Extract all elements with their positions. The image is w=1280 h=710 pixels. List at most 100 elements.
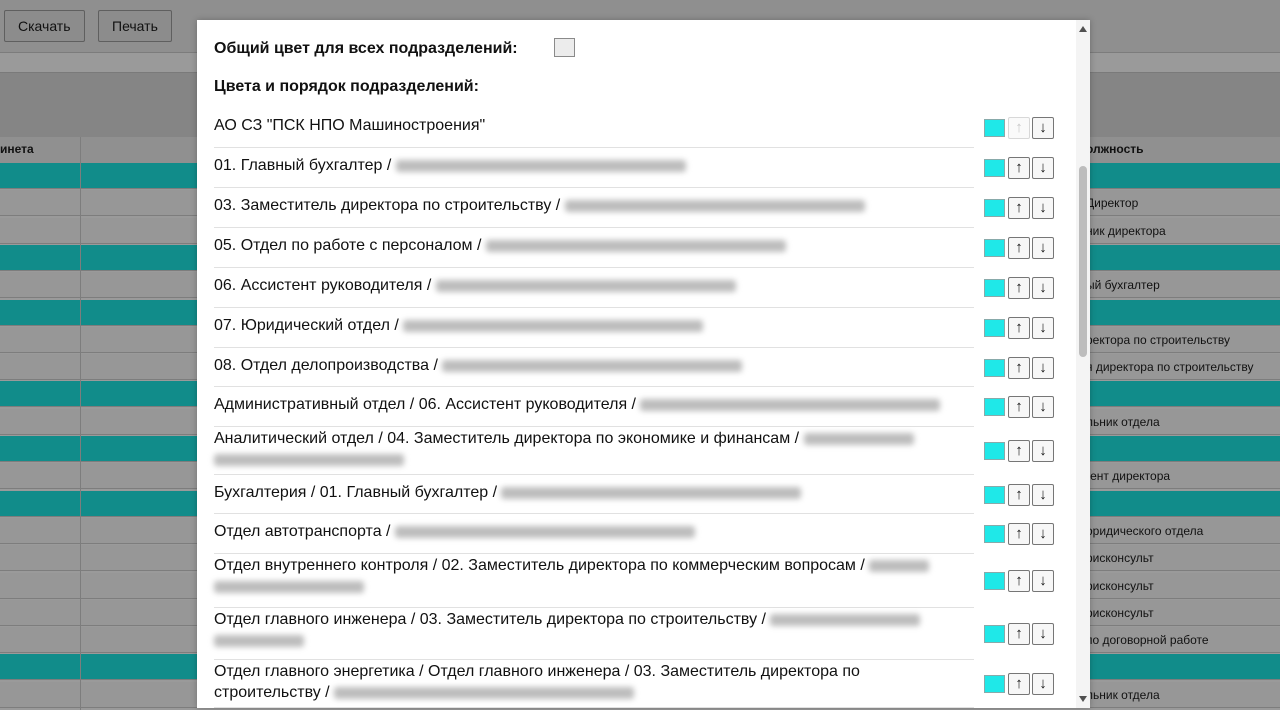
move-up-button[interactable]: ↑ [1008, 117, 1030, 139]
move-down-button[interactable]: ↓ [1032, 157, 1054, 179]
move-down-button[interactable]: ↓ [1032, 197, 1054, 219]
move-up-button[interactable]: ↑ [1008, 673, 1030, 695]
move-up-button[interactable]: ↑ [1008, 237, 1030, 259]
scrollbar-thumb[interactable] [1079, 166, 1087, 357]
background-row-text: рисконсульт [1086, 605, 1154, 620]
dialog-scrollbar[interactable] [1076, 20, 1090, 708]
move-up-button[interactable]: ↑ [1008, 277, 1030, 299]
department-name-wrap: Отдел автотранспорта / [214, 521, 959, 542]
move-down-button[interactable]: ↓ [1032, 117, 1054, 139]
department-color-swatch[interactable] [984, 239, 1005, 257]
department-name: 06. Ассистент руководителя / [214, 277, 436, 294]
move-down-button[interactable]: ↓ [1032, 317, 1054, 339]
background-row-text: я директора по строительству [1086, 360, 1254, 375]
department-color-swatch[interactable] [984, 199, 1005, 217]
redacted-organization [403, 319, 704, 332]
move-up-button[interactable]: ↑ [1008, 317, 1030, 339]
department-name-wrap: Отдел главного инженера / 03. Заместител… [214, 609, 959, 651]
move-up-button[interactable]: ↑ [1008, 396, 1030, 418]
redacted-organization [394, 525, 695, 538]
header-position: олжность [1086, 142, 1144, 156]
department-colors-dialog: Общий цвет для всех подразделений: Цвета… [197, 20, 1090, 708]
department-name: АО СЗ "ПСК НПО Машиностроения" [214, 117, 486, 134]
department-color-swatch[interactable] [984, 525, 1005, 543]
background-row-text: ректора по строительству [1086, 332, 1230, 347]
section-title: Цвета и порядок подразделений: [214, 78, 479, 95]
department-color-swatch[interactable] [984, 359, 1005, 377]
department-name: Бухгалтерия / 01. Главный бухгалтер / [214, 484, 502, 501]
background-row-text: по договорной работе [1086, 633, 1209, 648]
background-row-text: оридического отдела [1086, 523, 1204, 538]
department-name: 05. Отдел по работе с персоналом / [214, 237, 486, 254]
department-name: Аналитический отдел / 04. Заместитель ди… [214, 430, 804, 447]
department-color-swatch[interactable] [984, 319, 1005, 337]
move-up-button[interactable]: ↑ [1008, 570, 1030, 592]
move-up-button[interactable]: ↑ [1008, 357, 1030, 379]
department-color-swatch[interactable] [984, 279, 1005, 297]
move-down-button[interactable]: ↓ [1032, 396, 1054, 418]
move-down-button[interactable]: ↓ [1032, 623, 1054, 645]
print-button[interactable]: Печать [98, 10, 172, 42]
download-button[interactable]: Скачать [4, 10, 85, 42]
redacted-organization [395, 159, 686, 172]
redacted-organization [770, 613, 921, 626]
move-down-button[interactable]: ↓ [1032, 277, 1054, 299]
move-up-button[interactable]: ↑ [1008, 623, 1030, 645]
department-row: 07. Юридический отдел / ↑ ↓ [214, 308, 1054, 348]
department-row: Административный отдел / 06. Ассистент р… [214, 387, 1054, 427]
department-row: Отдел главного энергетика / Отдел главно… [214, 660, 1054, 708]
redacted-organization [501, 486, 802, 499]
move-down-button[interactable]: ↓ [1032, 523, 1054, 545]
department-color-swatch[interactable] [984, 486, 1005, 504]
department-name-wrap: 01. Главный бухгалтер / [214, 155, 959, 176]
department-color-swatch[interactable] [984, 159, 1005, 177]
move-down-button[interactable]: ↓ [1032, 237, 1054, 259]
department-row: Отдел главного инженера / 03. Заместител… [214, 608, 1054, 660]
department-name-wrap: Отдел главного энергетика / Отдел главно… [214, 661, 959, 703]
move-down-button[interactable]: ↓ [1032, 570, 1054, 592]
redacted-organization [442, 359, 743, 372]
common-color-swatch[interactable] [554, 38, 575, 57]
move-down-button[interactable]: ↓ [1032, 673, 1054, 695]
department-row: 08. Отдел делопроизводства / ↑ ↓ [214, 348, 1054, 387]
department-row: Отдел автотранспорта / ↑ ↓ [214, 514, 1054, 554]
department-name: 07. Юридический отдел / [214, 317, 404, 334]
scroll-up-icon[interactable] [1079, 26, 1087, 32]
department-name-wrap: Отдел внутреннего контроля / 02. Замести… [214, 555, 959, 597]
move-up-button[interactable]: ↑ [1008, 440, 1030, 462]
department-name: 03. Заместитель директора по строительст… [214, 197, 565, 214]
redacted-organization [640, 398, 941, 411]
department-row: 03. Заместитель директора по строительст… [214, 188, 1054, 228]
move-up-button[interactable]: ↑ [1008, 197, 1030, 219]
department-color-swatch[interactable] [984, 442, 1005, 460]
department-color-swatch[interactable] [984, 119, 1005, 137]
move-down-button[interactable]: ↓ [1032, 440, 1054, 462]
move-down-button[interactable]: ↓ [1032, 357, 1054, 379]
department-color-swatch[interactable] [984, 675, 1005, 693]
department-name-wrap: 08. Отдел делопроизводства / [214, 355, 959, 376]
redacted-organization [214, 634, 304, 647]
department-color-swatch[interactable] [984, 572, 1005, 590]
department-name: 08. Отдел делопроизводства / [214, 357, 443, 374]
department-color-swatch[interactable] [984, 398, 1005, 416]
department-row: 01. Главный бухгалтер / ↑ ↓ [214, 148, 1054, 188]
background-row-text: льник отдела [1086, 687, 1160, 702]
move-up-button[interactable]: ↑ [1008, 523, 1030, 545]
scroll-down-icon[interactable] [1079, 696, 1087, 702]
background-row-text: Директор [1086, 196, 1139, 211]
background-row-text: ый бухгалтер [1086, 278, 1160, 293]
background-row-text: рисконсульт [1086, 551, 1154, 566]
department-name-wrap: 03. Заместитель директора по строительст… [214, 195, 959, 216]
department-name-wrap: Аналитический отдел / 04. Заместитель ди… [214, 428, 959, 470]
department-name-wrap: Бухгалтерия / 01. Главный бухгалтер / [214, 482, 959, 503]
redacted-organization [435, 279, 736, 292]
move-down-button[interactable]: ↓ [1032, 484, 1054, 506]
department-name: 01. Главный бухгалтер / [214, 157, 396, 174]
redacted-organization [803, 432, 914, 445]
background-row-text: рисконсульт [1086, 578, 1154, 593]
department-color-swatch[interactable] [984, 625, 1005, 643]
background-row-text: льник отдела [1086, 414, 1160, 429]
department-name-wrap: 07. Юридический отдел / [214, 315, 959, 336]
move-up-button[interactable]: ↑ [1008, 484, 1030, 506]
move-up-button[interactable]: ↑ [1008, 157, 1030, 179]
